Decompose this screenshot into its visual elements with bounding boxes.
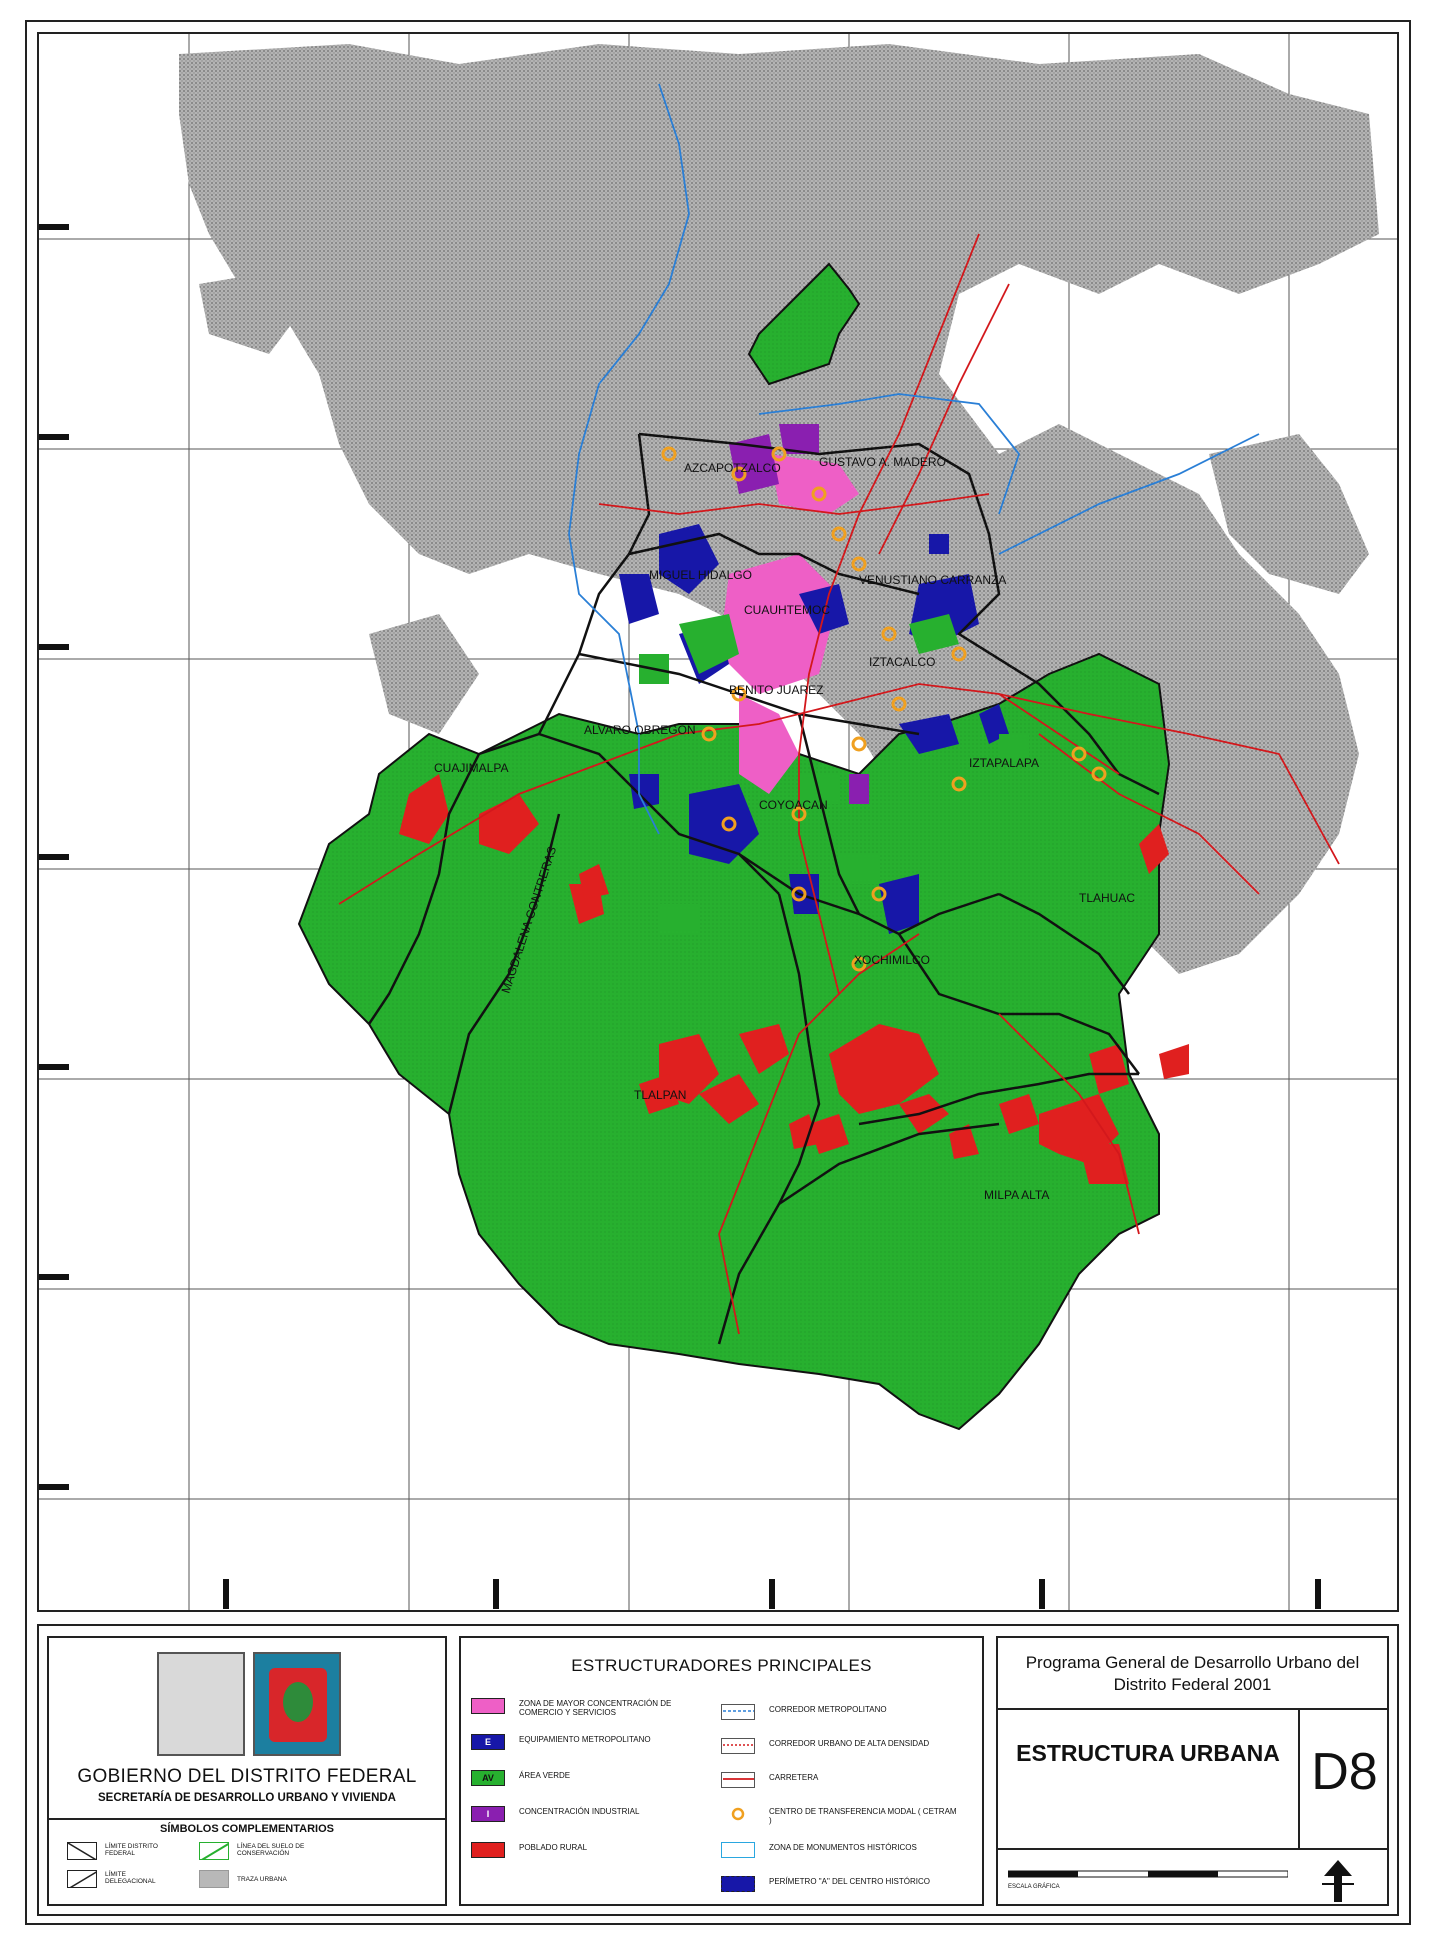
label-delegacion-5: IZTACALCO xyxy=(869,655,935,669)
map-sheet: AZCAPOTZALCO GUSTAVO A. MADERO MIGUEL HI… xyxy=(25,20,1411,1925)
crest-images xyxy=(157,1652,341,1756)
label-delegacion-3: CUAUHTEMOC xyxy=(744,603,830,617)
map-frame: AZCAPOTZALCO GUSTAVO A. MADERO MIGUEL HI… xyxy=(37,32,1399,1612)
legend-item-green: AV ÁREA VERDE xyxy=(471,1770,711,1790)
city-crest-icon xyxy=(157,1652,245,1756)
df-boundary-symbol-icon xyxy=(67,1842,97,1860)
equipment-swatch-icon: E xyxy=(471,1734,505,1750)
legend-item-metro-corridor: CORREDOR METROPOLITANO xyxy=(721,1704,971,1724)
symbol-label-0: LÍMITE DISTRITO FEDERAL xyxy=(105,1843,158,1857)
legend-label-industrial: CONCENTRACIÓN INDUSTRIAL xyxy=(519,1807,640,1816)
map-title: ESTRUCTURA URBANA xyxy=(1016,1740,1280,1766)
legend-item-urban-corridor: CORREDOR URBANO DE ALTA DENSIDAD xyxy=(721,1738,971,1758)
commerce-swatch-icon xyxy=(471,1698,505,1714)
legend-item-rural: POBLADO RURAL xyxy=(471,1842,711,1862)
government-crest-icon xyxy=(253,1652,341,1756)
label-delegacion-14: TLALPAN xyxy=(634,1088,686,1102)
main-title-box: ESTRUCTURA URBANA xyxy=(998,1708,1298,1848)
label-delegacion-1: GUSTAVO A. MADERO xyxy=(819,455,946,469)
complementary-symbols-heading: SÍMBOLOS COMPLEMENTARIOS xyxy=(160,1823,334,1835)
symbol-label-1: LÍNEA DEL SUELO DE CONSERVACIÓN xyxy=(237,1843,305,1857)
legend-item-commerce: ZONA DE MAYOR CONCENTRACIÓN DE COMERCIO … xyxy=(471,1698,711,1718)
legend-item-equipment: E EQUIPAMIENTO METROPOLITANO xyxy=(471,1734,711,1754)
legend-item-industrial: I CONCENTRACIÓN INDUSTRIAL xyxy=(471,1806,711,1826)
legend-label-green: ÁREA VERDE xyxy=(519,1771,571,1780)
label-delegacion-8: CUAJIMALPA xyxy=(434,761,508,775)
north-arrow-icon xyxy=(1322,1860,1354,1902)
legend-label-equipment: EQUIPAMIENTO METROPOLITANO xyxy=(519,1735,651,1744)
legend-heading: ESTRUCTURADORES PRINCIPALES xyxy=(571,1656,872,1675)
label-delegacion-4: VENUSTIANO CARRANZA xyxy=(859,573,1006,587)
rural-town-swatch-icon xyxy=(471,1842,505,1858)
title-block: GOBIERNO DEL DISTRITO FEDERAL SECRETARÍA… xyxy=(37,1624,1399,1916)
legend-item-highway: CARRETERA xyxy=(721,1772,971,1792)
industrial-swatch-icon: I xyxy=(471,1806,505,1822)
legend-label-rural: POBLADO RURAL xyxy=(519,1843,588,1852)
highway-swatch-icon xyxy=(721,1772,755,1788)
legend-item-cetram: CENTRO DE TRANSFERENCIA MODAL ( CETRAM ) xyxy=(721,1806,971,1826)
urban-corridor-swatch-icon xyxy=(721,1738,755,1754)
legend-item-historic-zone: ZONA DE MONUMENTOS HISTÓRICOS xyxy=(721,1842,971,1862)
government-panel: GOBIERNO DEL DISTRITO FEDERAL SECRETARÍA… xyxy=(47,1636,447,1906)
map-code-box: D8 xyxy=(1298,1708,1389,1848)
green-area-swatch-icon: AV xyxy=(471,1770,505,1786)
label-delegacion-2: MIGUEL HIDALGO xyxy=(649,568,752,582)
legend-label-highway: CARRETERA xyxy=(769,1773,819,1782)
urban-trace-symbol-icon xyxy=(199,1870,229,1888)
symbol-label-2: LÍMITE DELEGACIONAL xyxy=(105,1871,156,1885)
map-canvas: AZCAPOTZALCO GUSTAVO A. MADERO MIGUEL HI… xyxy=(39,34,1397,1610)
program-title: Programa General de Desarrollo Urbano de… xyxy=(1025,1653,1360,1694)
label-delegacion-0: AZCAPOTZALCO xyxy=(684,461,781,475)
label-delegacion-9: IZTAPALAPA xyxy=(969,756,1039,770)
legend-label-urban-corridor: CORREDOR URBANO DE ALTA DENSIDAD xyxy=(769,1739,930,1748)
legend-item-historic-perimeter: PERÍMETRO "A" DEL CENTRO HISTÓRICO xyxy=(721,1876,971,1896)
symbol-label-3: TRAZA URBANA xyxy=(237,1876,287,1883)
cetram-swatch-icon xyxy=(721,1806,755,1822)
label-delegacion-12: TLAHUAC xyxy=(1079,891,1135,905)
label-delegacion-13: XOCHIMILCO xyxy=(854,953,930,967)
conservation-line-symbol-icon xyxy=(199,1842,229,1860)
government-subtitle: SECRETARÍA DE DESARROLLO URBANO Y VIVIEN… xyxy=(98,1792,396,1804)
delegation-boundary-symbol-icon xyxy=(67,1870,97,1888)
title-panel: Programa General de Desarrollo Urbano de… xyxy=(996,1636,1389,1906)
metro-corridor-swatch-icon xyxy=(721,1704,755,1720)
legend-label-historic-zone: ZONA DE MONUMENTOS HISTÓRICOS xyxy=(769,1843,917,1852)
scale-bar xyxy=(1008,1870,1288,1878)
label-delegacion-6: BENITO JUAREZ xyxy=(729,683,823,697)
map-code: D8 xyxy=(1311,1743,1378,1801)
label-delegacion-15: MILPA ALTA xyxy=(984,1188,1049,1202)
historic-zone-swatch-icon xyxy=(721,1842,755,1858)
legend-label-historic-perimeter: PERÍMETRO "A" DEL CENTRO HISTÓRICO xyxy=(769,1877,930,1886)
historic-perimeter-swatch-icon xyxy=(721,1876,755,1892)
legend-label-metro-corridor: CORREDOR METROPOLITANO xyxy=(769,1705,887,1714)
legend-label-commerce: ZONA DE MAYOR CONCENTRACIÓN DE COMERCIO … xyxy=(519,1699,672,1717)
government-title: GOBIERNO DEL DISTRITO FEDERAL xyxy=(77,1766,417,1787)
label-delegacion-7: ALVARO OBREGON xyxy=(584,723,696,737)
label-delegacion-10: COYOACAN xyxy=(759,798,828,812)
scale-caption: ESCALA GRÁFICA xyxy=(1008,1884,1060,1890)
complementary-symbols: SÍMBOLOS COMPLEMENTARIOS LÍMITE DISTRITO… xyxy=(49,1818,445,1906)
legend-label-cetram: CENTRO DE TRANSFERENCIA MODAL ( CETRAM ) xyxy=(769,1807,957,1825)
legend-panel: ESTRUCTURADORES PRINCIPALES ZONA DE MAYO… xyxy=(459,1636,984,1906)
